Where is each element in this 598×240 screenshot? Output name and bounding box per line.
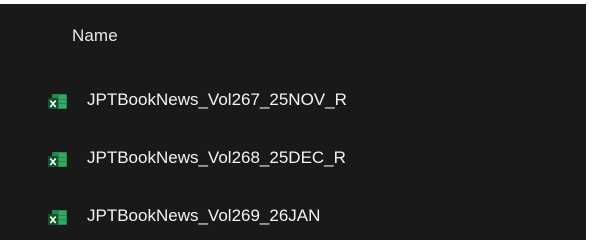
excel-file-icon — [48, 209, 67, 226]
file-row-vol267[interactable]: JPTBookNews_Vol267_25NOV_R — [0, 72, 586, 130]
excel-file-icon — [48, 151, 67, 168]
file-name: JPTBookNews_Vol268_25DEC_R — [87, 148, 346, 167]
file-explorer-pane: Name JPTBookNews_Vol267_25NOV_R JPTBookN… — [0, 4, 586, 240]
file-row-vol268[interactable]: JPTBookNews_Vol268_25DEC_R — [0, 130, 586, 188]
file-name: JPTBookNews_Vol267_25NOV_R — [87, 90, 347, 109]
window-edge — [586, 0, 598, 240]
column-header-bar: Name — [0, 4, 586, 72]
name-column-header[interactable]: Name — [72, 26, 118, 46]
excel-file-icon — [48, 93, 67, 110]
file-row-vol269[interactable]: JPTBookNews_Vol269_26JAN — [0, 188, 586, 240]
file-name: JPTBookNews_Vol269_26JAN — [87, 206, 321, 225]
